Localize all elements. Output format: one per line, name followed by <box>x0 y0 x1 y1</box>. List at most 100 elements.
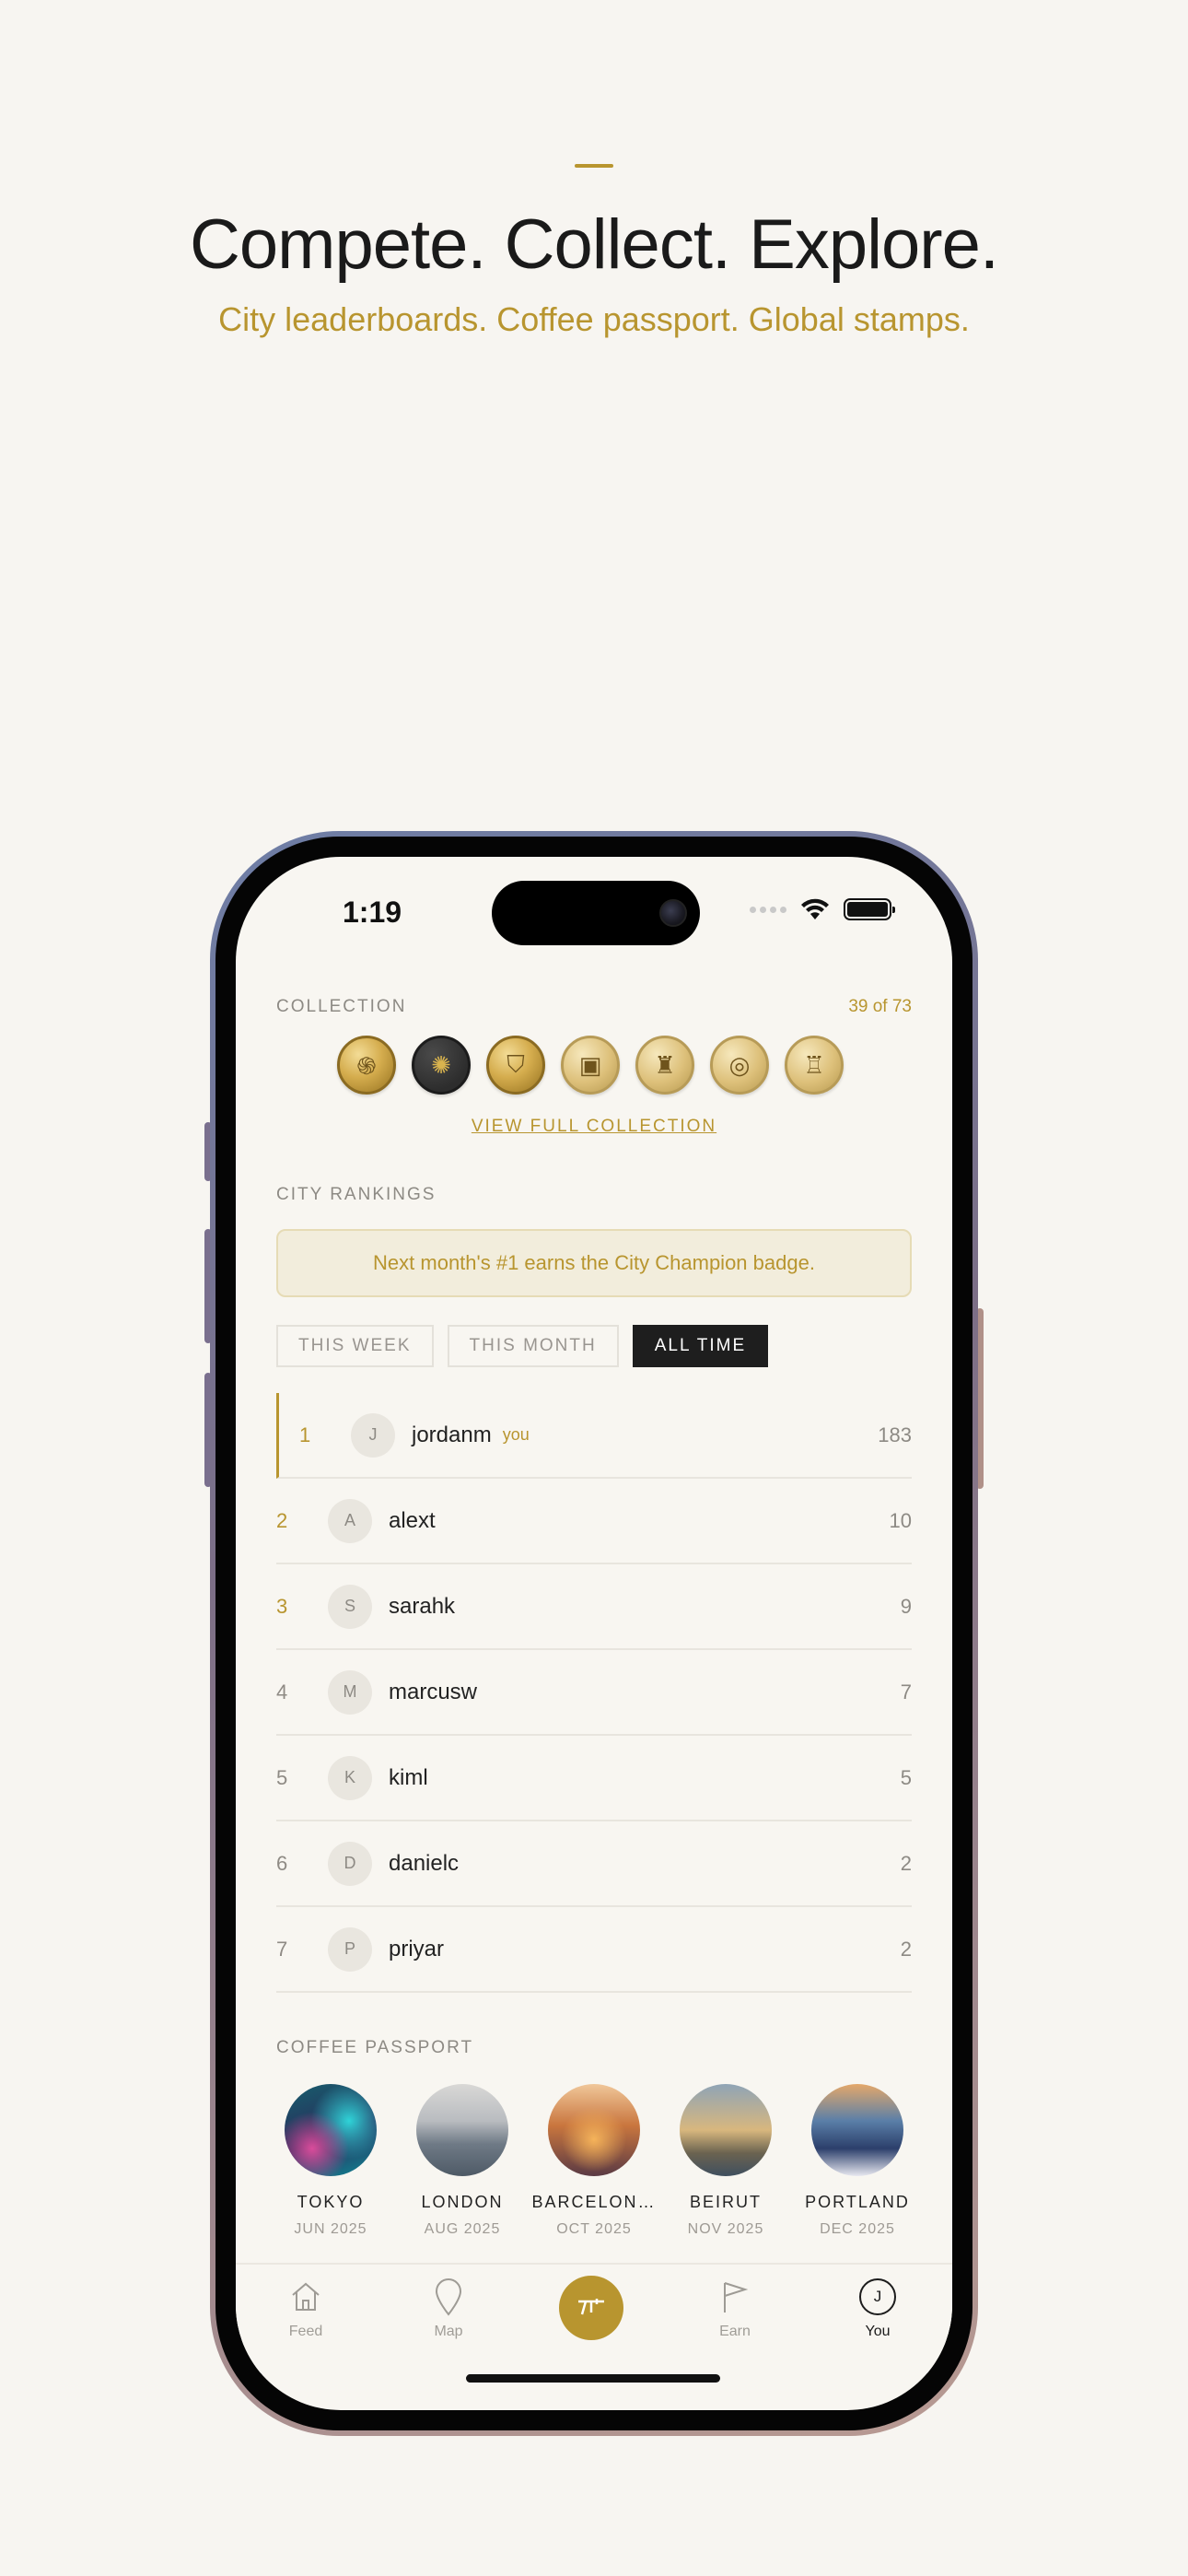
passport-date: OCT 2025 <box>556 2221 632 2237</box>
home-icon <box>292 2282 320 2311</box>
rank-number: 6 <box>276 1851 288 1875</box>
passport-date: DEC 2025 <box>820 2221 895 2237</box>
brew-button[interactable] <box>559 2276 623 2340</box>
passport-date: NOV 2025 <box>687 2221 764 2237</box>
portland-photo <box>811 2084 903 2176</box>
rank-number: 7 <box>276 1937 288 1961</box>
passport-city: PORTLAND <box>805 2193 910 2211</box>
barcelona-photo <box>548 2084 640 2176</box>
tab-this-week[interactable]: THIS WEEK <box>276 1325 434 1367</box>
leaderboard-row[interactable]: 2 A alext 10 <box>276 1479 912 1564</box>
status-time: 1:19 <box>343 896 402 929</box>
tab-feed[interactable]: Feed <box>260 2277 352 2340</box>
home-indicator[interactable] <box>466 2374 720 2383</box>
passport-stamp-portland[interactable]: PORTLAND DEC 2025 <box>803 2084 912 2238</box>
username: kiml <box>389 1764 428 1790</box>
ring-stamp-icon[interactable]: ◎ <box>710 1036 769 1095</box>
avatar: K <box>328 1755 372 1800</box>
dynamic-island <box>492 881 700 945</box>
passport-city: LONDON <box>421 2193 504 2211</box>
passport-city: BARCELON… <box>531 2193 657 2211</box>
collection-count: 39 of 73 <box>848 997 912 1016</box>
score: 2 <box>900 1851 912 1875</box>
signal-dots-icon <box>750 906 786 913</box>
tab-earn[interactable]: Earn <box>689 2277 781 2340</box>
tab-you[interactable]: J You <box>832 2277 924 2340</box>
tab-this-month[interactable]: THIS MONTH <box>447 1325 619 1367</box>
view-full-collection-link[interactable]: VIEW FULL COLLECTION <box>236 1117 952 1137</box>
passport-date: AUG 2025 <box>424 2221 501 2237</box>
tab-label: Feed <box>288 2324 323 2339</box>
passport-stamp-beirut[interactable]: BEIRUT NOV 2025 <box>671 2084 780 2238</box>
hero-subhead: City leaderboards. Coffee passport. Glob… <box>218 300 970 338</box>
avatar: A <box>328 1498 372 1543</box>
score: 183 <box>878 1423 912 1446</box>
coffee-tamper-icon <box>578 2299 604 2315</box>
hero-headline: Compete. Collect. Explore. <box>190 205 999 284</box>
rank-number: 4 <box>276 1680 288 1704</box>
avatar: M <box>328 1669 372 1715</box>
leaderboard-row[interactable]: 7 P priyar 2 <box>276 1907 912 1993</box>
app-screen: 1:19 COLLECTION 39 of 73 ֍ ✺ ⛉ ▣ ♜ ◎ ♖ V… <box>236 857 952 2410</box>
passport-stamp-london[interactable]: LONDON AUG 2025 <box>408 2084 517 2238</box>
tab-map[interactable]: Map <box>402 2277 495 2340</box>
avatar: J <box>351 1412 395 1458</box>
profile-avatar-icon: J <box>859 2278 896 2315</box>
skyline-stamp-icon[interactable]: ♜ <box>635 1036 694 1095</box>
city-stamp-icon[interactable]: ♖ <box>785 1036 844 1095</box>
rank-number: 3 <box>276 1594 288 1618</box>
tab-all-time[interactable]: ALL TIME <box>632 1325 769 1367</box>
ranking-period-tabs: THIS WEEK THIS MONTH ALL TIME <box>276 1325 769 1367</box>
card-stamp-icon[interactable]: ▣ <box>561 1036 620 1095</box>
rank-number: 1 <box>299 1423 311 1446</box>
rank-number: 5 <box>276 1765 288 1789</box>
london-photo <box>416 2084 508 2176</box>
collection-label: COLLECTION <box>276 997 407 1016</box>
wifi-icon <box>801 898 829 919</box>
passport-stamp-barcelona[interactable]: BARCELON… OCT 2025 <box>531 2084 655 2238</box>
tab-label: Map <box>434 2324 463 2339</box>
score: 7 <box>900 1680 912 1704</box>
beirut-photo <box>680 2084 772 2176</box>
avatar: D <box>328 1841 372 1886</box>
shield-stamp-icon[interactable]: ⛉ <box>486 1036 545 1095</box>
stamp-coins: ֍ ✺ ⛉ ▣ ♜ ◎ ♖ <box>337 1036 844 1095</box>
leaderboard-list: 1 J jordanm you 183 2 A alext 10 3 S sar… <box>276 1393 912 1993</box>
score: 5 <box>900 1765 912 1789</box>
city-rankings-label: CITY RANKINGS <box>276 1185 437 1204</box>
leaderboard-row-self[interactable]: 1 J jordanm you 183 <box>276 1393 912 1479</box>
champion-banner: Next month's #1 earns the City Champion … <box>276 1229 912 1297</box>
swirl-stamp-icon[interactable]: ֍ <box>337 1036 396 1095</box>
tab-label: You <box>865 2324 891 2339</box>
leaderboard-row[interactable]: 5 K kiml 5 <box>276 1736 912 1821</box>
bottom-tab-bar: Feed Map Earn J You <box>236 2263 952 2373</box>
avatar: P <box>328 1926 372 1972</box>
leaderboard-row[interactable]: 3 S sarahk 9 <box>276 1564 912 1650</box>
passport-city: BEIRUT <box>689 2193 762 2211</box>
passport-city: TOKYO <box>297 2193 365 2211</box>
phone-frame: 1:19 COLLECTION 39 of 73 ֍ ✺ ⛉ ▣ ♜ ◎ ♖ V… <box>210 831 978 2436</box>
leaderboard-row[interactable]: 6 D danielc 2 <box>276 1821 912 1907</box>
avatar: S <box>328 1584 372 1629</box>
passport-date: JUN 2025 <box>294 2221 367 2237</box>
score: 10 <box>889 1508 912 1532</box>
username: marcusw <box>389 1679 478 1704</box>
status-icons <box>750 897 895 921</box>
battery-icon <box>844 898 895 920</box>
username: jordanm <box>412 1422 492 1447</box>
tab-label: Earn <box>719 2324 751 2339</box>
accent-dash <box>575 164 613 168</box>
flag-icon <box>724 2282 749 2313</box>
rank-number: 2 <box>276 1508 288 1532</box>
tokyo-photo <box>285 2084 377 2176</box>
passport-stamp-tokyo[interactable]: TOKYO JUN 2025 <box>276 2084 385 2238</box>
you-tag: you <box>502 1425 530 1444</box>
coffee-passport-label: COFFEE PASSPORT <box>276 2038 474 2057</box>
map-pin-icon <box>435 2278 462 2316</box>
seal-stamp-icon[interactable]: ✺ <box>412 1036 471 1095</box>
coffee-passport-stamps: TOKYO JUN 2025 LONDON AUG 2025 BARCELON…… <box>276 2084 912 2238</box>
leaderboard-row[interactable]: 4 M marcusw 7 <box>276 1650 912 1736</box>
camera-icon <box>659 899 687 927</box>
username: alext <box>389 1507 436 1533</box>
username: priyar <box>389 1936 445 1961</box>
